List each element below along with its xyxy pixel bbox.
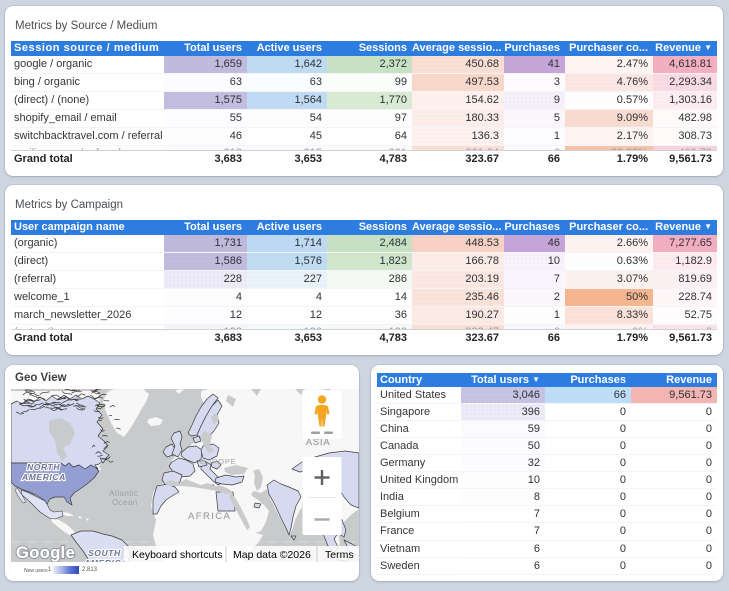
svg-text:AMERICA: AMERICA — [21, 472, 66, 482]
svg-text:Atlantic: Atlantic — [109, 489, 138, 498]
svg-text:Terms: Terms — [325, 549, 354, 561]
svg-text:EUROPE: EUROPE — [200, 457, 236, 466]
svg-text:SOUTH: SOUTH — [88, 548, 121, 558]
svg-text:Google: Google — [16, 544, 75, 562]
svg-text:NORTH: NORTH — [27, 462, 60, 472]
svg-text:Ocean: Ocean — [112, 498, 138, 507]
svg-text:Keyboard shortcuts: Keyboard shortcuts — [132, 549, 222, 561]
svg-text:Map data ©2026: Map data ©2026 — [233, 549, 311, 561]
svg-text:AFRICA: AFRICA — [188, 511, 231, 522]
svg-text:AMERICA: AMERICA — [83, 558, 128, 562]
